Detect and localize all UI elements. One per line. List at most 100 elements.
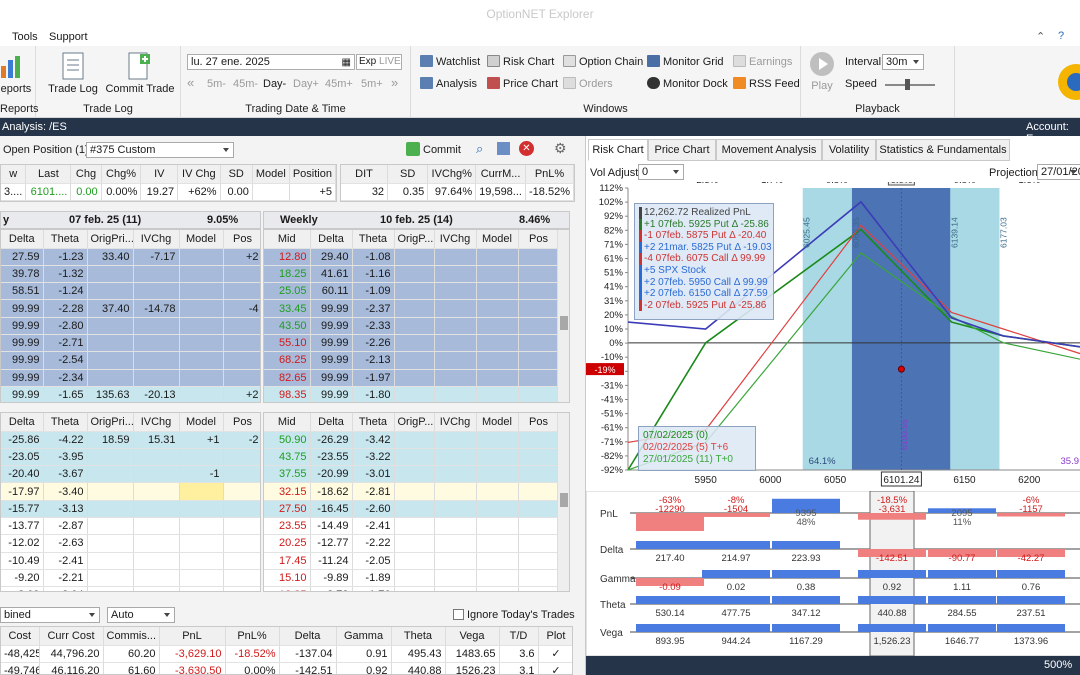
tab-statistics[interactable]: Statistics & Fundamentals	[876, 139, 1010, 161]
speed-slider-thumb[interactable]	[905, 79, 910, 90]
chain-row[interactable]: -10.49 -2.41	[1, 552, 260, 570]
chain-row[interactable]: 82.65 99.99 -1.97	[264, 369, 560, 387]
totals-row[interactable]: -48,425....44,796.2060.20-3,629.10-18.52…	[1, 645, 572, 663]
orders-button[interactable]: Orders	[563, 77, 613, 90]
help-icon[interactable]: ?	[1058, 30, 1064, 42]
chain-row[interactable]: 23.55 -14.49 -2.41	[264, 517, 560, 536]
step-45m-forward[interactable]: 45m+	[325, 78, 353, 90]
chain-row[interactable]: -23.05 -3.95	[1, 448, 260, 467]
expiration-toggle[interactable]: Exp LIVE	[356, 54, 402, 70]
date-input[interactable]: lu. 27 ene. 2025 ▦	[187, 54, 355, 70]
watchlist-button[interactable]: Watchlist	[420, 55, 480, 68]
chain-row[interactable]: 17.45 -11.24 -2.05	[264, 552, 560, 570]
combine-select[interactable]: bined	[0, 607, 100, 623]
delete-icon[interactable]: ✕	[519, 141, 534, 156]
price-chart-button[interactable]: Price Chart	[487, 77, 558, 90]
chain-row[interactable]: 27.59 -1.23 33.40 -7.17 +2	[1, 248, 260, 266]
chain-row[interactable]: 20.25 -12.77 -2.22	[264, 534, 560, 553]
chain-row[interactable]: 99.99 -1.65 135.63 -20.13 +2	[1, 386, 260, 402]
auto-select[interactable]: Auto	[107, 607, 175, 623]
rss-feed-button[interactable]: RSS Feed	[733, 77, 800, 90]
step-45m-back[interactable]: 45m-	[233, 78, 258, 90]
chain-row[interactable]: 12.80 29.40 -1.08	[264, 248, 560, 266]
chain-row[interactable]: 99.99 -2.80	[1, 317, 260, 335]
commit-button[interactable]: Commit	[423, 144, 461, 156]
chain-row[interactable]: 33.45 99.99 -2.37	[264, 299, 560, 318]
chain-row[interactable]: 99.99 -2.34	[1, 369, 260, 387]
grid-icon[interactable]	[497, 142, 510, 155]
chain-row[interactable]: 99.99 -2.54	[1, 351, 260, 370]
chain-row[interactable]: 32.15 -18.62 -2.81	[264, 482, 560, 501]
chain-row[interactable]: 37.55 -20.99 -3.01	[264, 465, 560, 484]
tab-price-chart[interactable]: Price Chart	[648, 139, 716, 161]
chain-cell: 99.99	[1, 386, 44, 402]
fast-forward-icon[interactable]: »	[391, 75, 398, 90]
puts-scroll-thumb[interactable]	[560, 493, 568, 507]
rewind-icon[interactable]: «	[187, 75, 194, 90]
chain-row[interactable]: -9.20 -2.21	[1, 569, 260, 588]
step-day-back[interactable]: Day-	[263, 78, 286, 90]
commit-trade-button[interactable]: Commit Trade	[104, 52, 176, 95]
chain-row[interactable]: -17.97 -3.40	[1, 482, 260, 501]
chain-row[interactable]: -12.02 -2.63	[1, 534, 260, 553]
chain-row[interactable]: 99.99 -2.71	[1, 334, 260, 353]
chain-row[interactable]: -8.09-2.04	[1, 586, 260, 591]
step-5m-back[interactable]: 5m-	[207, 78, 226, 90]
menu-tools[interactable]: Tools	[12, 31, 38, 43]
chain-cell	[223, 369, 260, 387]
chain-row[interactable]: 58.51 -1.24	[1, 282, 260, 301]
chain-row[interactable]: 25.05 60.11 -1.09	[264, 282, 560, 301]
chain-row[interactable]: -15.77 -3.13	[1, 500, 260, 518]
step-day-forward[interactable]: Day+	[293, 78, 319, 90]
chain-row[interactable]: 55.10 99.99 -2.26	[264, 334, 560, 353]
collapse-icon[interactable]: ⌃	[1036, 30, 1045, 43]
chain-row[interactable]: -20.40 -3.67 -1	[1, 465, 260, 484]
chain-row[interactable]: -13.77 -2.87	[1, 517, 260, 536]
play-button[interactable]: Play	[806, 51, 838, 92]
tab-risk-chart[interactable]: Risk Chart	[588, 139, 648, 161]
chain-row[interactable]: 15.10 -9.89 -1.89	[264, 569, 560, 588]
trade-log-group: Trade Log Commit Trade Trade Log	[36, 46, 181, 118]
chain-row[interactable]: 18.25 41.61 -1.16	[264, 265, 560, 284]
tab-movement-analysis[interactable]: Movement Analysis	[716, 139, 822, 161]
tab-volatility[interactable]: Volatility	[822, 139, 876, 161]
zoom-icon[interactable]: ⌕	[476, 141, 483, 157]
ignore-trades-checkbox[interactable]	[453, 609, 464, 620]
vol-adjust-input[interactable]: 0	[638, 164, 684, 180]
chain-row[interactable]: 13.25-8.78-1.76	[264, 586, 560, 591]
monitor-grid-button[interactable]: Monitor Grid	[647, 55, 724, 68]
chain-row[interactable]: -25.86 -4.22 18.59 15.31 +1 -2	[1, 431, 260, 449]
puts-scrollbar[interactable]	[557, 413, 569, 591]
earnings-button[interactable]: Earnings	[733, 55, 792, 68]
metric-row-label: Gamma	[600, 574, 636, 585]
totals-header-cell: Vega	[445, 627, 500, 646]
risk-chart-button[interactable]: Risk Chart	[487, 55, 554, 68]
option-chain-button[interactable]: Option Chain	[563, 55, 643, 68]
chain-row[interactable]: 39.78 -1.32	[1, 265, 260, 284]
chain-row[interactable]: 68.25 99.99 -2.13	[264, 351, 560, 370]
chain-row[interactable]: 43.75 -23.55 -3.22	[264, 448, 560, 467]
calls-scrollbar[interactable]	[557, 230, 569, 402]
zoom-level[interactable]: 500%	[1044, 659, 1072, 671]
totals-row[interactable]: -49,746....46,116.2061.60-3,630.500.00%-…	[1, 662, 572, 674]
plot-checkbox[interactable]: ✓	[538, 662, 572, 674]
chain-row[interactable]: 50.90 -26.29 -3.42	[264, 431, 560, 449]
analysis-button[interactable]: Analysis	[420, 77, 477, 90]
chain-row[interactable]: 98.35 99.99 -1.80	[264, 386, 560, 402]
menu-support[interactable]: Support	[49, 31, 88, 43]
chain-row[interactable]: 27.50 -16.45 -2.60	[264, 500, 560, 518]
position-select[interactable]: #375 Custom	[86, 142, 234, 158]
calendar-icon[interactable]: ▦	[342, 56, 351, 70]
reports-button[interactable]: Reports	[0, 52, 32, 95]
speed-slider[interactable]	[885, 84, 935, 86]
monitor-dock-button[interactable]: Monitor Dock	[647, 77, 728, 90]
chain-row[interactable]: 99.99 -2.28 37.40 -14.78 -4	[1, 299, 260, 318]
step-5m-forward[interactable]: 5m+	[361, 78, 383, 90]
chain-row[interactable]: 43.50 99.99 -2.33	[264, 317, 560, 335]
trade-log-button[interactable]: Trade Log	[48, 52, 98, 95]
gear-icon[interactable]: ⚙	[554, 140, 567, 157]
interval-select[interactable]: 30m	[882, 54, 924, 70]
projection-date-input[interactable]: 27/01/20	[1037, 164, 1080, 180]
plot-checkbox[interactable]: ✓	[538, 645, 572, 663]
calls-scroll-thumb[interactable]	[560, 316, 568, 330]
